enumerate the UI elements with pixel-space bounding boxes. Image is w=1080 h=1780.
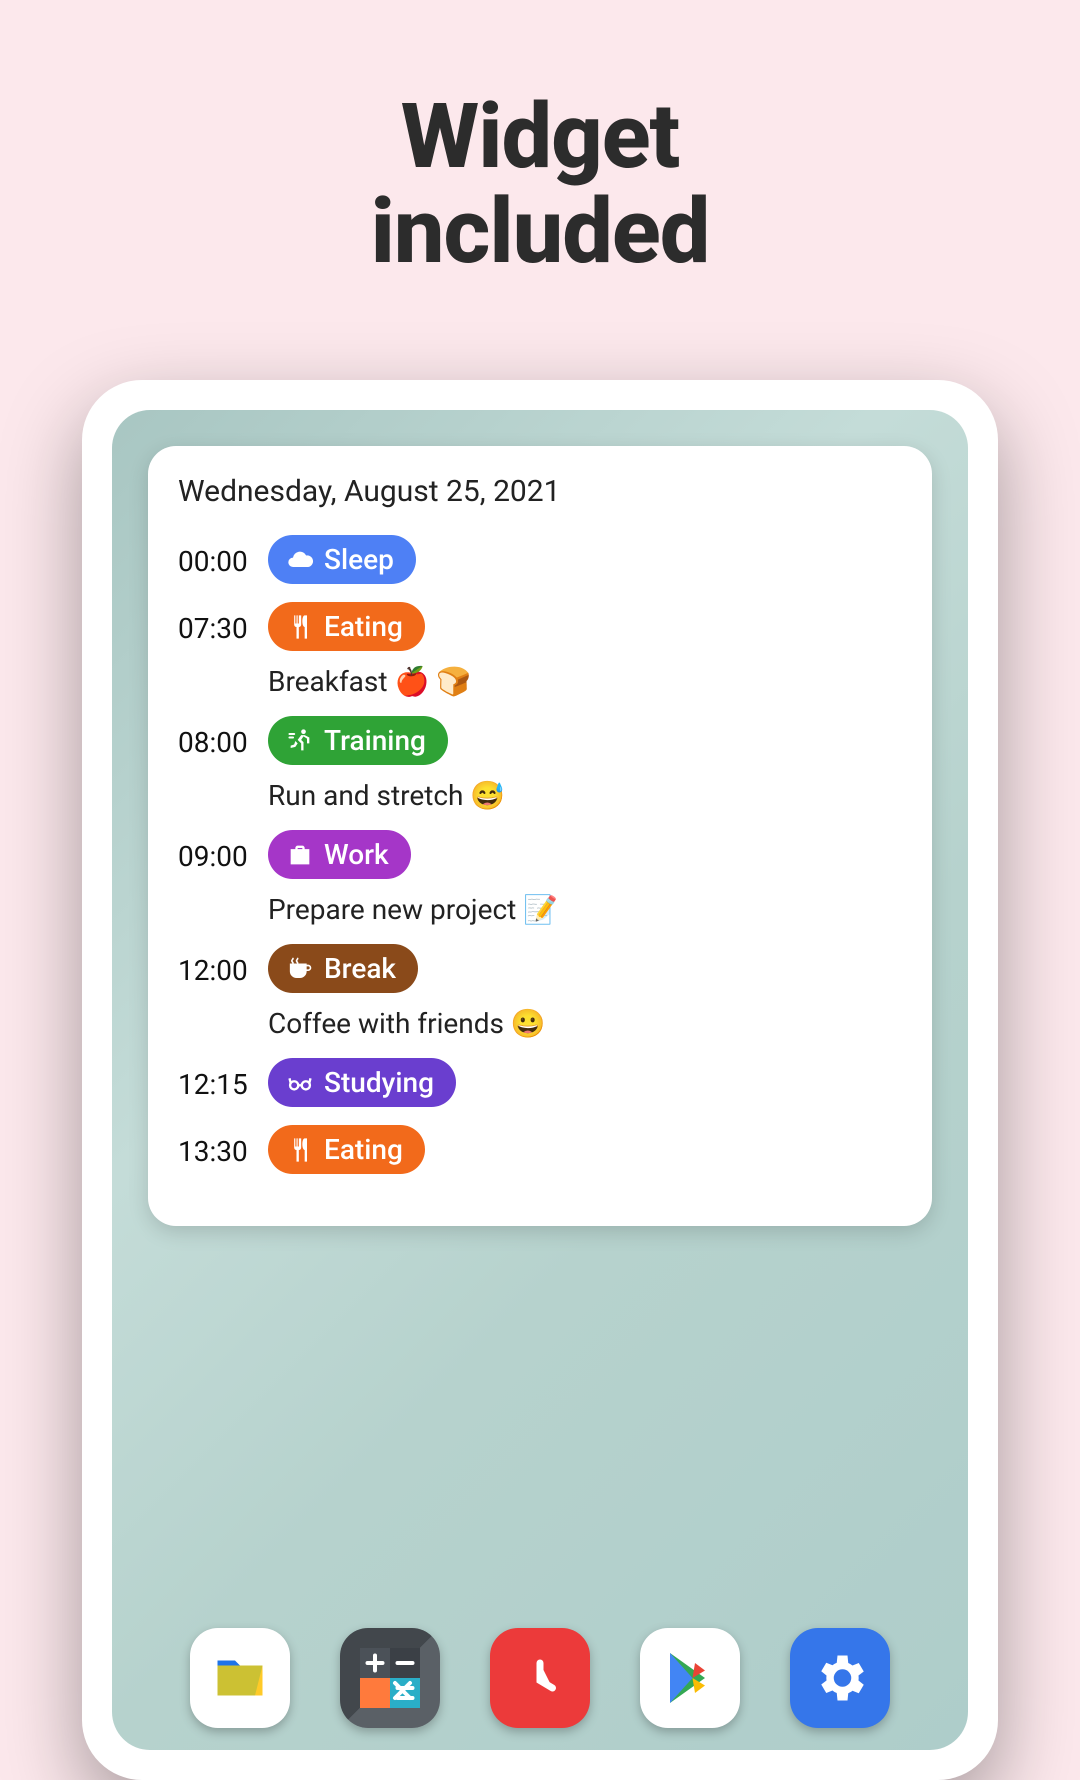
category-pill[interactable]: Break bbox=[268, 944, 418, 993]
schedule-entry[interactable]: 12:15 Studying bbox=[178, 1058, 902, 1107]
entry-time: 08:00 bbox=[178, 716, 268, 759]
play-store-app-icon[interactable] bbox=[640, 1628, 740, 1728]
category-pill[interactable]: Training bbox=[268, 716, 448, 765]
pill-label: Eating bbox=[324, 610, 403, 643]
entry-time: 07:30 bbox=[178, 602, 268, 645]
phone-screen: Wednesday, August 25, 2021 00:00 Sleep 07:… bbox=[112, 410, 968, 1750]
utensils-icon bbox=[286, 1136, 314, 1164]
glasses-icon bbox=[286, 1069, 314, 1097]
pill-label: Studying bbox=[324, 1066, 434, 1099]
entry-time: 09:00 bbox=[178, 830, 268, 873]
schedule-entry[interactable]: 00:00 Sleep bbox=[178, 535, 902, 584]
files-app-icon[interactable] bbox=[190, 1628, 290, 1728]
category-pill[interactable]: Eating bbox=[268, 602, 425, 651]
entry-description: Coffee with friends 😀 bbox=[268, 1007, 902, 1040]
coffee-icon bbox=[286, 955, 314, 983]
pill-label: Sleep bbox=[324, 543, 394, 576]
pill-label: Eating bbox=[324, 1133, 403, 1166]
briefcase-icon bbox=[286, 841, 314, 869]
category-pill[interactable]: Studying bbox=[268, 1058, 456, 1107]
calculator-app-icon[interactable] bbox=[340, 1628, 440, 1728]
pill-label: Training bbox=[324, 724, 426, 757]
category-pill[interactable]: Eating bbox=[268, 1125, 425, 1174]
schedule-entry[interactable]: 08:00 Training Run and stretch 😅 bbox=[178, 716, 902, 812]
phone-frame: Wednesday, August 25, 2021 00:00 Sleep 07:… bbox=[82, 380, 998, 1780]
running-icon bbox=[286, 727, 314, 755]
entry-time: 12:00 bbox=[178, 944, 268, 987]
promo-headline: Widget included bbox=[0, 0, 1080, 279]
pill-label: Break bbox=[324, 952, 396, 985]
entry-description: Prepare new project 📝 bbox=[268, 893, 902, 926]
schedule-entry[interactable]: 07:30 Eating Breakfast 🍎 🍞 bbox=[178, 602, 902, 698]
entry-time: 00:00 bbox=[178, 535, 268, 578]
entry-time: 12:15 bbox=[178, 1058, 268, 1101]
category-pill[interactable]: Sleep bbox=[268, 535, 416, 584]
category-pill[interactable]: Work bbox=[268, 830, 411, 879]
entry-description: Breakfast 🍎 🍞 bbox=[268, 665, 902, 698]
clock-app-icon[interactable] bbox=[490, 1628, 590, 1728]
cloud-icon bbox=[286, 546, 314, 574]
schedule-entry[interactable]: 13:30 Eating bbox=[178, 1125, 902, 1174]
settings-app-icon[interactable] bbox=[790, 1628, 890, 1728]
schedule-widget[interactable]: Wednesday, August 25, 2021 00:00 Sleep 07:… bbox=[148, 446, 932, 1226]
pill-label: Work bbox=[324, 838, 389, 871]
entry-description: Run and stretch 😅 bbox=[268, 779, 902, 812]
entry-time: 13:30 bbox=[178, 1125, 268, 1168]
utensils-icon bbox=[286, 613, 314, 641]
dock bbox=[112, 1630, 968, 1750]
widget-date: Wednesday, August 25, 2021 bbox=[178, 474, 902, 509]
schedule-entry[interactable]: 12:00 Break Coffee with friends 😀 bbox=[178, 944, 902, 1040]
schedule-entry[interactable]: 09:00 Work Prepare new project 📝 bbox=[178, 830, 902, 926]
